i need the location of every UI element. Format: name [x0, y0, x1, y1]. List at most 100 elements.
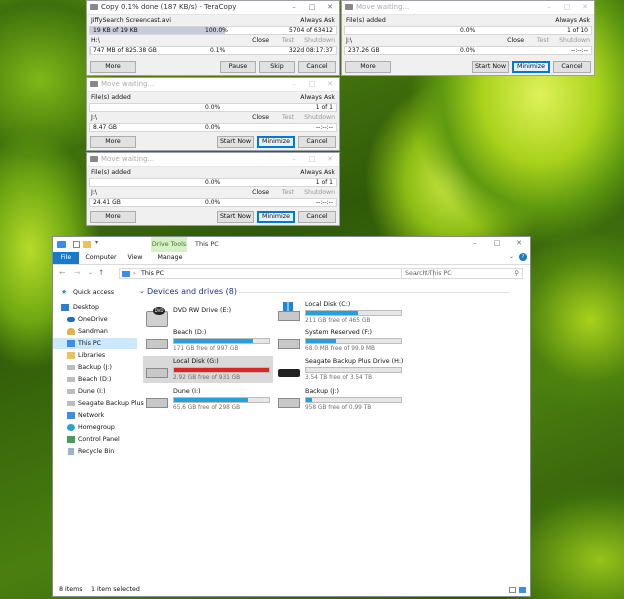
- always-ask-label[interactable]: Always Ask: [300, 168, 335, 177]
- group-header[interactable]: Devices and drives (8): [147, 287, 237, 296]
- drive-tile-h[interactable]: Seagate Backup Plus Drive (H:) 3.54 TB f…: [275, 356, 405, 383]
- drive-usage-bar: [305, 338, 402, 344]
- close-icon[interactable]: ✕: [321, 78, 339, 91]
- windows-drive-icon: [278, 302, 300, 321]
- drive-tile-f[interactable]: System Reserved (F:) 68.0 MB free of 99.…: [275, 327, 405, 354]
- quick-access-dropdown-icon[interactable]: ▾: [95, 239, 98, 246]
- close-icon[interactable]: ✕: [321, 153, 339, 166]
- start-now-button[interactable]: Start Now: [217, 136, 254, 148]
- title-bar[interactable]: Move waiting... – □ ✕: [87, 78, 339, 92]
- close-option[interactable]: Close: [252, 188, 269, 197]
- files-added-label: File(s) added: [346, 17, 386, 24]
- tab-manage[interactable]: Manage: [153, 252, 187, 264]
- nav-item-control-panel[interactable]: Control Panel: [53, 434, 137, 445]
- always-ask-label[interactable]: Always Ask: [555, 16, 590, 25]
- close-icon[interactable]: ✕: [576, 1, 594, 14]
- tab-computer[interactable]: Computer: [83, 252, 119, 264]
- search-input[interactable]: Search This PC ⚲: [401, 268, 523, 279]
- nav-item-libraries[interactable]: Libraries: [53, 350, 137, 361]
- test-option[interactable]: Test: [282, 188, 294, 197]
- pause-button[interactable]: Pause: [220, 61, 256, 73]
- drive-tile-d[interactable]: Beach (D:) 171 GB free of 997 GB: [143, 327, 273, 354]
- test-option[interactable]: Test: [282, 36, 294, 45]
- minimize-icon[interactable]: –: [540, 1, 558, 14]
- nav-item-desktop[interactable]: Desktop: [53, 302, 137, 313]
- test-option[interactable]: Test: [537, 36, 549, 45]
- forward-icon[interactable]: →: [74, 268, 80, 277]
- drive-tile-j[interactable]: Backup (J:) 958 GB free of 0.99 TB: [275, 386, 405, 413]
- minimize-icon[interactable]: –: [285, 153, 303, 166]
- minimize-icon[interactable]: –: [285, 1, 303, 14]
- ribbon-expand-icon[interactable]: ⌄: [509, 253, 514, 260]
- recent-locations-icon[interactable]: ⌄: [88, 269, 93, 276]
- always-ask-label[interactable]: Always Ask: [300, 16, 335, 25]
- nav-item-sandman[interactable]: Sandman: [53, 326, 137, 337]
- group-collapse-icon[interactable]: ⌄: [139, 287, 145, 295]
- cancel-button[interactable]: Cancel: [298, 211, 336, 223]
- tab-file[interactable]: File: [53, 252, 79, 264]
- cancel-button[interactable]: Cancel: [298, 136, 336, 148]
- details-view-icon[interactable]: [509, 587, 516, 593]
- drive-usage-fill: [306, 398, 312, 402]
- start-now-button[interactable]: Start Now: [472, 61, 509, 73]
- files-added-label: File(s) added: [91, 94, 131, 101]
- drive-name: Local Disk (G:): [173, 358, 219, 365]
- start-now-button[interactable]: Start Now: [217, 211, 254, 223]
- nav-item-this-pc[interactable]: This PC: [53, 338, 137, 349]
- back-icon[interactable]: ←: [59, 268, 65, 277]
- more-button[interactable]: More: [90, 61, 136, 73]
- minimize-button[interactable]: Minimize: [257, 136, 295, 148]
- drive-icon: [278, 339, 300, 349]
- nav-item-onedrive[interactable]: OneDrive: [53, 314, 137, 325]
- minimize-button[interactable]: Minimize: [512, 61, 550, 73]
- title-bar[interactable]: Move waiting... – □ ✕: [87, 153, 339, 167]
- up-icon[interactable]: ↑: [98, 268, 104, 277]
- help-icon[interactable]: ?: [519, 253, 527, 261]
- close-icon[interactable]: ✕: [321, 1, 339, 14]
- maximize-icon[interactable]: □: [303, 1, 321, 14]
- close-icon[interactable]: ✕: [508, 237, 530, 250]
- nav-item-homegroup[interactable]: Homegroup: [53, 422, 137, 433]
- more-button[interactable]: More: [345, 61, 391, 73]
- close-option[interactable]: Close: [252, 113, 269, 122]
- properties-icon[interactable]: [73, 241, 80, 248]
- cancel-button[interactable]: Cancel: [553, 61, 591, 73]
- total-progress-bar: 8.47 GB 0.0% --:--:--: [89, 123, 337, 132]
- nav-item-recycle-bin[interactable]: Recycle Bin: [53, 446, 137, 457]
- shutdown-option[interactable]: Shutdown: [304, 36, 335, 45]
- address-box[interactable]: › This PC ⌄ ↻: [119, 268, 434, 279]
- close-option[interactable]: Close: [252, 36, 269, 45]
- maximize-icon[interactable]: □: [303, 153, 321, 166]
- tiles-view-icon[interactable]: [519, 587, 526, 593]
- skip-button[interactable]: Skip: [259, 61, 295, 73]
- minimize-icon[interactable]: –: [285, 78, 303, 91]
- minimize-button[interactable]: Minimize: [257, 211, 295, 223]
- more-button[interactable]: More: [90, 211, 136, 223]
- more-button[interactable]: More: [90, 136, 136, 148]
- shutdown-option[interactable]: Shutdown: [304, 188, 335, 197]
- nav-item-seagate[interactable]: Seagate Backup Plus: [53, 398, 144, 409]
- drive-tile-g[interactable]: Local Disk (G:) 2.92 GB free of 931 GB: [143, 356, 273, 383]
- tab-view[interactable]: View: [123, 252, 147, 264]
- nav-item-dune-i[interactable]: Dune (I:): [53, 386, 137, 397]
- drive-tile-c[interactable]: Local Disk (C:) 211 GB free of 465 GB: [275, 299, 405, 326]
- drive-tile-i[interactable]: Dune (I:) 65.6 GB free of 298 GB: [143, 386, 273, 413]
- cancel-button[interactable]: Cancel: [298, 61, 336, 73]
- title-bar[interactable]: Copy 0.1% done (187 KB/s) - TeraCopy – □…: [87, 1, 339, 15]
- title-bar[interactable]: ▾ Drive Tools This PC – □ ✕: [53, 237, 530, 252]
- nav-item-network[interactable]: Network: [53, 410, 137, 421]
- maximize-icon[interactable]: □: [558, 1, 576, 14]
- title-bar[interactable]: Move waiting... – □ ✕: [342, 1, 594, 15]
- shutdown-option[interactable]: Shutdown: [304, 113, 335, 122]
- nav-item-beach-d[interactable]: Beach (D:): [53, 374, 137, 385]
- nav-item-backup-j[interactable]: Backup (J:): [53, 362, 137, 373]
- maximize-icon[interactable]: □: [486, 237, 508, 250]
- test-option[interactable]: Test: [282, 113, 294, 122]
- shutdown-option[interactable]: Shutdown: [559, 36, 590, 45]
- minimize-icon[interactable]: –: [464, 237, 486, 250]
- new-folder-icon[interactable]: [83, 241, 91, 248]
- close-option[interactable]: Close: [507, 36, 524, 45]
- always-ask-label[interactable]: Always Ask: [300, 93, 335, 102]
- maximize-icon[interactable]: □: [303, 78, 321, 91]
- nav-item-quick-access[interactable]: ★ Quick access: [53, 287, 137, 298]
